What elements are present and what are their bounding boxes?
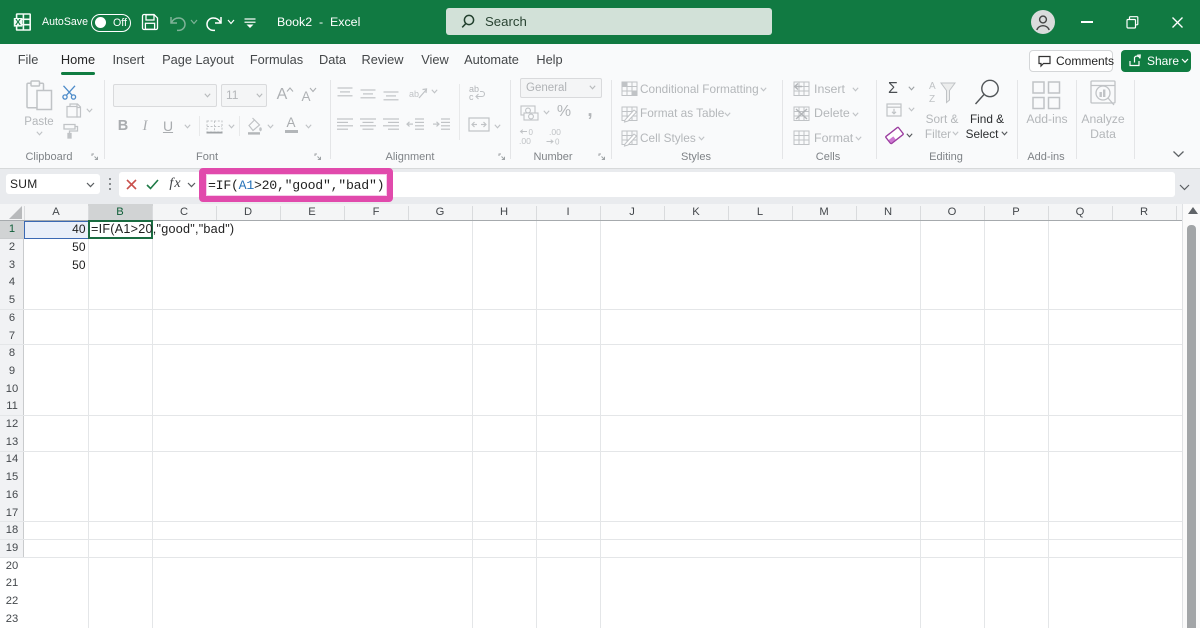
svg-text:.00: .00 — [519, 136, 531, 146]
svg-text:ab: ab — [409, 89, 419, 99]
svg-text:0: 0 — [555, 138, 560, 147]
svg-text:c: c — [469, 92, 474, 102]
svg-text:X: X — [15, 17, 21, 27]
svg-text:.00: .00 — [549, 127, 561, 137]
svg-text:A: A — [929, 81, 936, 92]
svg-text:Z: Z — [929, 94, 935, 105]
